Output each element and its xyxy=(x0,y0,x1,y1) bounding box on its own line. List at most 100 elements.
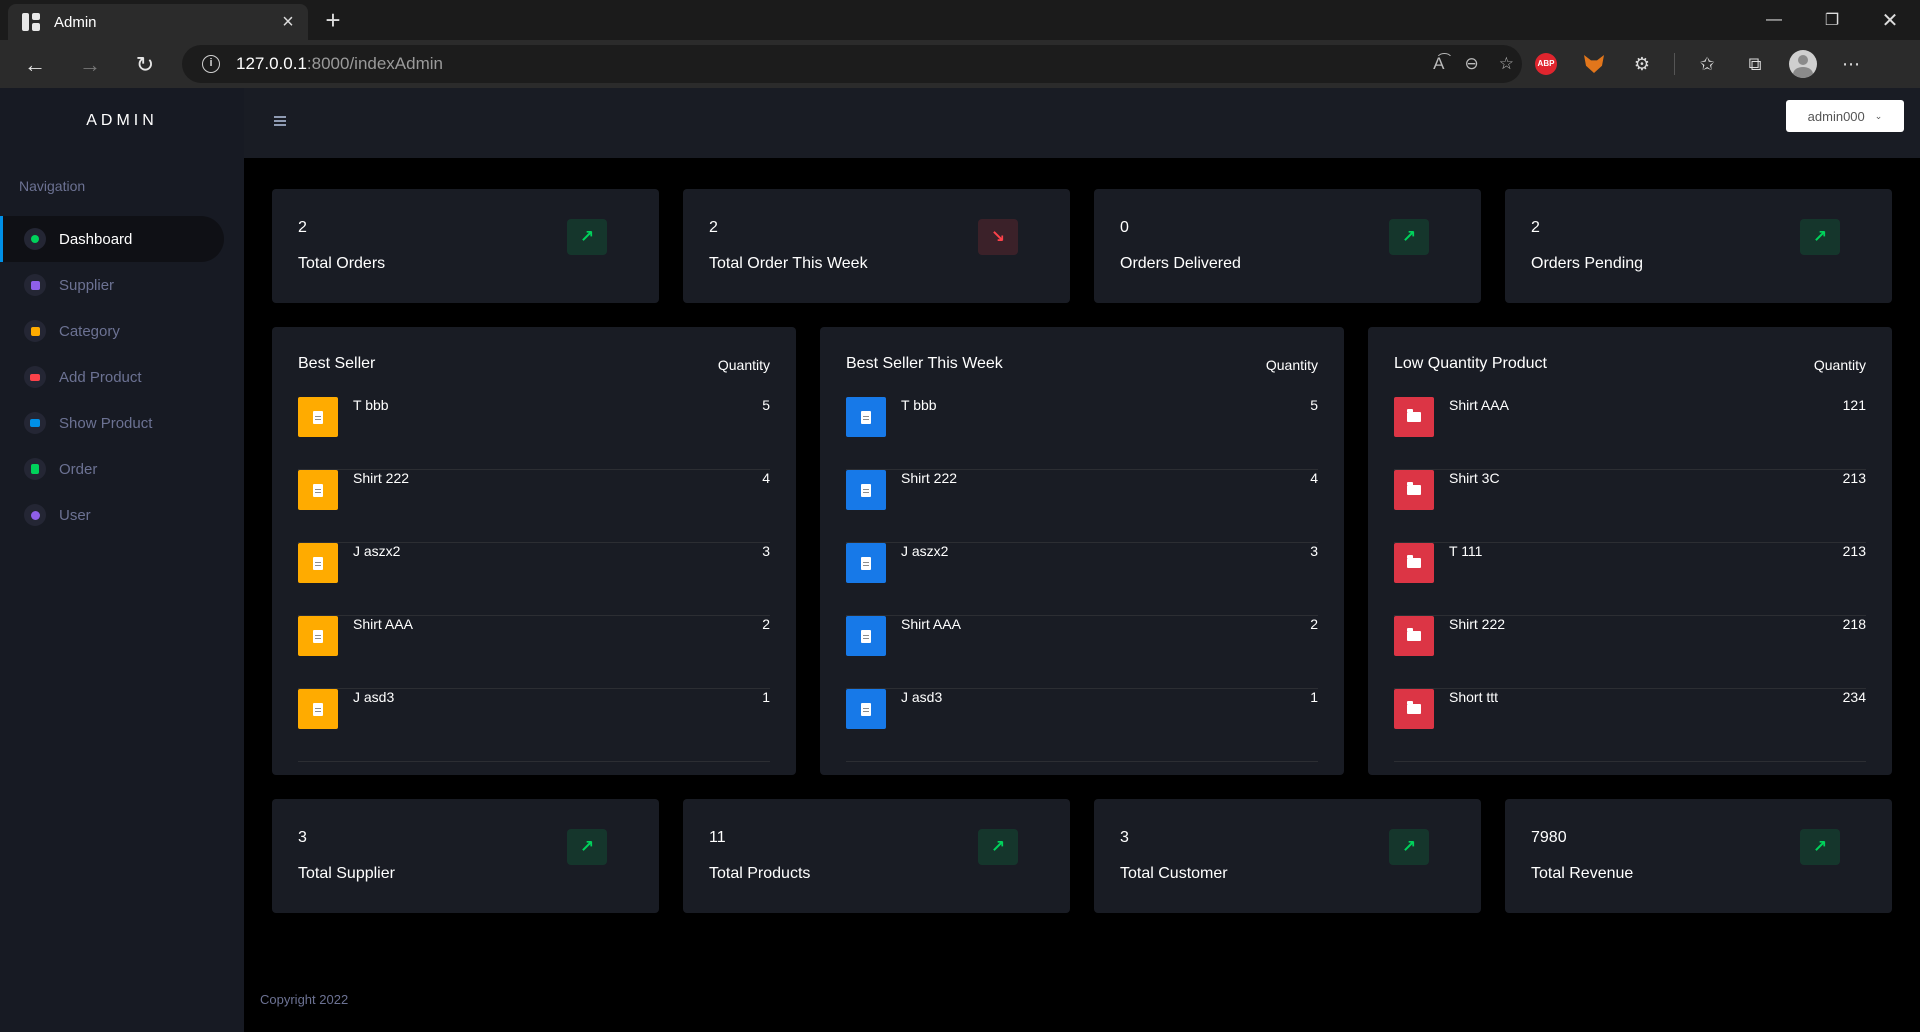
stat-value: 11 xyxy=(709,829,726,846)
back-button[interactable]: ← xyxy=(18,48,52,82)
product-name: Shirt 222 xyxy=(1449,616,1506,632)
collections-icon[interactable]: ⧉ xyxy=(1739,48,1771,80)
list-card-low-quantity: Low Quantity Product Quantity Shirt AAA 1… xyxy=(1368,327,1892,775)
folder-icon xyxy=(1394,543,1434,583)
stat-label: Total Supplier xyxy=(298,865,395,882)
browser-toolbar: ← → ↻ i 127.0.0.1:8000/indexAdmin A͡ ⊖ ☆… xyxy=(0,40,1920,88)
product-name: Shirt 222 xyxy=(353,470,410,486)
site-info-icon[interactable]: i xyxy=(202,55,220,73)
sidebar-item-show-product[interactable]: Show Product xyxy=(0,400,244,446)
product-name: J aszx2 xyxy=(353,543,401,559)
sidebar-item-label: Supplier xyxy=(59,276,115,294)
new-tab-button[interactable]: + xyxy=(318,6,348,36)
stat-label: Total Products xyxy=(709,865,811,882)
menu-toggle-icon[interactable] xyxy=(274,116,286,126)
product-quantity: 5 xyxy=(1310,397,1318,413)
speedometer-icon xyxy=(24,228,46,250)
tab-favicon-icon xyxy=(22,13,40,31)
document-icon xyxy=(298,689,338,729)
folder-icon xyxy=(1394,470,1434,510)
stat-card-orders-pending: 2 Orders Pending ↗ xyxy=(1505,189,1892,303)
document-icon xyxy=(846,470,886,510)
sidebar-item-user[interactable]: User xyxy=(0,492,244,538)
restore-button[interactable]: ❐ xyxy=(1804,0,1860,40)
metamask-extension-icon[interactable] xyxy=(1578,48,1610,80)
supplier-icon xyxy=(24,274,46,296)
quantity-header: Quantity xyxy=(1813,357,1866,373)
product-name: Shirt 3C xyxy=(1449,470,1500,486)
product-name: J asd3 xyxy=(353,689,395,705)
chevron-down-icon: ⌄ xyxy=(1874,110,1883,121)
sidebar-item-order[interactable]: Order xyxy=(0,446,244,492)
sidebar-item-label: Order xyxy=(59,460,98,478)
product-name: J aszx2 xyxy=(901,543,949,559)
product-name: T bbb xyxy=(901,397,937,413)
browser-tab-strip: Admin × + — ❐ ✕ xyxy=(0,0,1920,40)
top-navbar: admin000 ⌄ xyxy=(244,88,1920,158)
extensions-puzzle-icon[interactable]: ⚙ xyxy=(1626,48,1658,80)
address-bar[interactable]: i 127.0.0.1:8000/indexAdmin A͡ ⊖ ☆ xyxy=(182,45,1522,83)
sidebar-item-label: Show Product xyxy=(59,414,153,432)
product-quantity: 3 xyxy=(762,543,770,559)
list-item: J asd3 1 xyxy=(298,689,770,762)
forward-button[interactable]: → xyxy=(73,48,107,82)
close-window-button[interactable]: ✕ xyxy=(1862,0,1918,40)
stat-value: 2 xyxy=(1531,219,1540,236)
user-dropdown-button[interactable]: admin000 ⌄ xyxy=(1786,100,1904,132)
sidebar-item-supplier[interactable]: Supplier xyxy=(0,262,244,308)
tab-close-icon[interactable]: × xyxy=(278,12,298,32)
document-icon xyxy=(298,470,338,510)
list-card-best-seller: Best Seller Quantity T bbb 5 Shirt 222 4 J… xyxy=(272,327,796,775)
trend-up-icon: ↗ xyxy=(1800,829,1840,865)
product-quantity: 234 xyxy=(1842,689,1866,705)
sidebar-item-label: Category xyxy=(59,322,120,340)
product-quantity: 3 xyxy=(1310,543,1318,559)
stat-value: 3 xyxy=(298,829,307,846)
folder-icon xyxy=(1394,689,1434,729)
sidebar-item-dashboard[interactable]: Dashboard xyxy=(0,216,224,262)
product-quantity: 121 xyxy=(1842,397,1866,413)
document-icon xyxy=(846,616,886,656)
stat-card-total-revenue: 7980 Total Revenue ↗ xyxy=(1505,799,1892,913)
sidebar-item-category[interactable]: Category xyxy=(0,308,244,354)
minimize-button[interactable]: — xyxy=(1746,0,1802,40)
list-item: T bbb 5 xyxy=(846,397,1318,470)
document-icon xyxy=(846,397,886,437)
nav-heading: Navigation xyxy=(19,178,86,194)
folder-icon xyxy=(1394,616,1434,656)
trend-up-icon: ↗ xyxy=(567,829,607,865)
read-aloud-icon[interactable]: A͡ xyxy=(1433,54,1444,74)
document-icon xyxy=(298,543,338,583)
more-menu-icon[interactable]: ⋯ xyxy=(1835,48,1867,80)
profile-avatar[interactable] xyxy=(1787,48,1819,80)
list-item: J aszx2 3 xyxy=(298,543,770,616)
user-name: admin000 xyxy=(1807,108,1865,124)
product-quantity: 4 xyxy=(762,470,770,486)
adblock-extension-icon[interactable]: ABP xyxy=(1530,48,1562,80)
product-name: T bbb xyxy=(353,397,389,413)
zoom-icon[interactable]: ⊖ xyxy=(1465,54,1479,74)
refresh-button[interactable]: ↻ xyxy=(128,48,162,82)
product-name: Shirt AAA xyxy=(901,616,961,632)
stat-value: 2 xyxy=(298,219,307,236)
stat-card-orders-this-week: 2 Total Order This Week ↘ xyxy=(683,189,1070,303)
list-title: Low Quantity Product xyxy=(1394,355,1547,372)
sidebar-item-add-product[interactable]: Add Product xyxy=(0,354,244,400)
browser-tab-active[interactable]: Admin × xyxy=(8,4,308,40)
user-icon xyxy=(24,504,46,526)
brand-logo[interactable]: ADMIN xyxy=(0,112,244,130)
add-favorite-icon[interactable]: ☆ xyxy=(1499,54,1514,74)
list-card-best-seller-this-week: Best Seller This Week Quantity T bbb 5 Sh… xyxy=(820,327,1344,775)
order-icon xyxy=(24,458,46,480)
list-item: J asd3 1 xyxy=(846,689,1318,762)
url-path: :8000/indexAdmin xyxy=(306,54,443,73)
stat-value: 3 xyxy=(1120,829,1129,846)
product-quantity: 2 xyxy=(762,616,770,632)
product-name: Short ttt xyxy=(1449,689,1499,705)
list-item: Shirt AAA 2 xyxy=(846,616,1318,689)
list-item: J aszx2 3 xyxy=(846,543,1318,616)
favorites-icon[interactable]: ✩ xyxy=(1691,48,1723,80)
folder-icon xyxy=(1394,397,1434,437)
category-icon xyxy=(24,320,46,342)
trend-up-icon: ↗ xyxy=(1800,219,1840,255)
